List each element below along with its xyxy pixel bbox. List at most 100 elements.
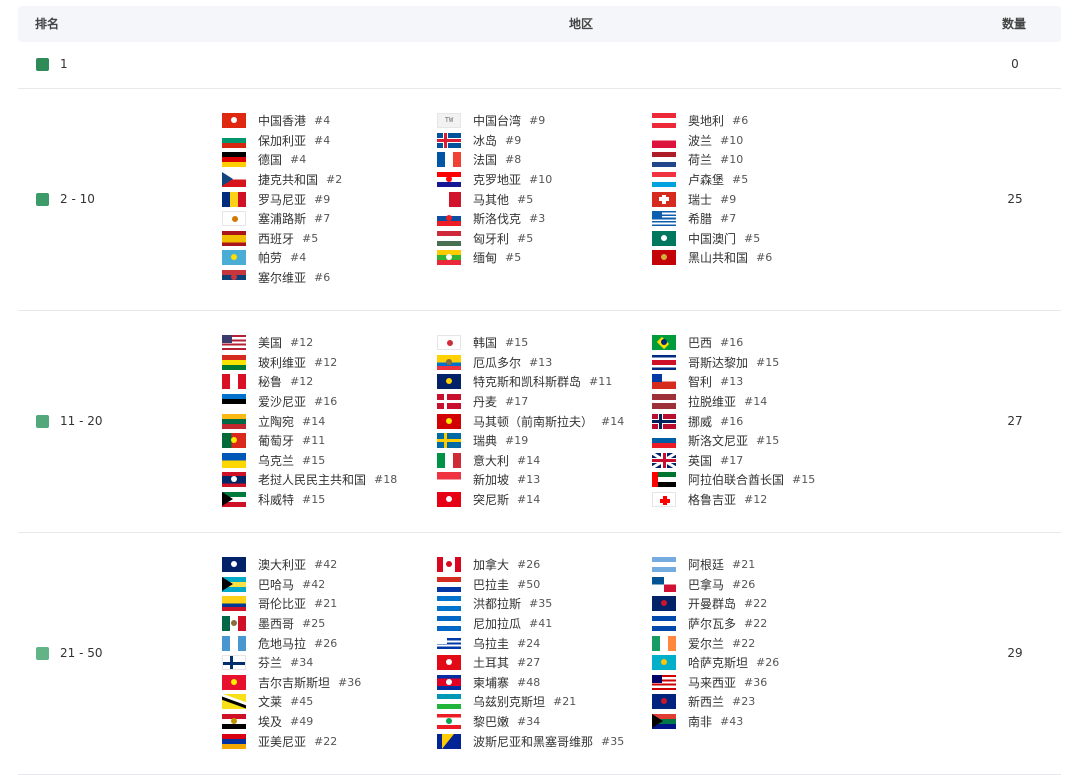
region-item: 中国澳门 #5 — [652, 229, 772, 249]
region-name: 爱尔兰 — [688, 636, 725, 651]
flag-icon — [652, 557, 676, 573]
region-rank: #10 — [720, 153, 744, 167]
region-item: 洪都拉斯 #35 — [437, 594, 624, 614]
region-rank: #13 — [517, 473, 541, 487]
region-name: 黑山共和国 — [688, 251, 749, 266]
region-name: 乌拉圭 — [473, 636, 510, 651]
region-rank: #27 — [517, 656, 541, 670]
region-rank: #5 — [517, 231, 534, 245]
region-item: 捷克共和国 #2 — [222, 170, 342, 190]
region-rank: #22 — [744, 597, 768, 611]
flag-icon — [222, 394, 246, 410]
region-rank: #4 — [290, 251, 307, 265]
flag-icon — [222, 270, 246, 286]
region-item: 波斯尼亚和黑塞哥维那 #35 — [437, 731, 624, 751]
region-name: 阿拉伯联合酋长国 — [688, 473, 785, 488]
region-item: 乌拉圭 #24 — [437, 633, 624, 653]
region-item: 帕劳 #4 — [222, 248, 342, 268]
flag-icon — [222, 655, 246, 671]
flag-icon — [222, 230, 246, 246]
flag-icon — [437, 132, 461, 148]
region-rank: #22 — [744, 617, 768, 631]
region-item: 美国 #12 — [222, 333, 397, 353]
region-item: 塞浦路斯 #7 — [222, 209, 342, 229]
region-name: 韩国 — [473, 336, 498, 351]
rank-label: 21 - 50 — [60, 646, 103, 660]
flag-icon — [222, 576, 246, 592]
region-rank: #9 — [720, 192, 737, 206]
flag-icon — [437, 655, 461, 671]
region-item: 葡萄牙 #11 — [222, 431, 397, 451]
region-name: 拉脱维亚 — [688, 395, 737, 410]
region-item: 阿拉伯联合酋长国 #15 — [652, 470, 815, 490]
flag-icon — [437, 472, 461, 488]
flag-icon — [652, 211, 676, 227]
flag-icon — [222, 492, 246, 508]
region-item: 亚美尼亚 #22 — [222, 731, 361, 751]
flag-icon — [437, 335, 461, 351]
region-item: 哥斯达黎加 #15 — [652, 353, 815, 373]
region-name: 墨西哥 — [258, 617, 295, 632]
flag-icon — [652, 230, 676, 246]
region-rank: #5 — [302, 231, 319, 245]
region-column: 巴西 #16 哥斯达黎加 #15 智利 #13 拉脱维亚 #14 挪威 #16 斯洛文尼亚 #15 英国… — [652, 333, 815, 509]
region-name: 萨尔瓦多 — [688, 617, 737, 632]
region-item: 芬兰 #34 — [222, 653, 361, 673]
region-item: 吉尔吉斯斯坦 #36 — [222, 673, 361, 693]
region-rank: #50 — [517, 577, 541, 591]
region-item: TW 中国台湾 #9 — [437, 111, 552, 131]
flag-icon — [437, 674, 461, 690]
region-item: 科威特 #15 — [222, 490, 397, 510]
region-name: 哥伦比亚 — [258, 597, 307, 612]
region-name: 法国 — [473, 153, 498, 168]
region-name: 洪都拉斯 — [473, 597, 522, 612]
region-item: 马来西亚 #36 — [652, 673, 779, 693]
region-name: 黎巴嫩 — [473, 715, 510, 730]
region-item: 埃及 #49 — [222, 712, 361, 732]
region-name: 丹麦 — [473, 395, 498, 410]
flag-icon — [652, 354, 676, 370]
flag-icon — [222, 172, 246, 188]
flag-icon — [652, 394, 676, 410]
region-rank: #11 — [302, 434, 326, 448]
region-name: 新加坡 — [473, 473, 510, 488]
count-cell: 0 — [1011, 57, 1019, 71]
flag-icon — [437, 733, 461, 749]
region-column: 韩国 #15 厄瓜多尔 #13 特克斯和凯科斯群岛 #11 丹麦 #17 马其顿（前南斯拉夫） #… — [437, 333, 624, 509]
flag-icon — [222, 152, 246, 168]
flag-icon — [652, 191, 676, 207]
region-rank: #42 — [314, 558, 338, 572]
region-rank: #21 — [732, 558, 756, 572]
region-item: 乌克兰 #15 — [222, 451, 397, 471]
region-rank: #36 — [744, 675, 768, 689]
region-rank: #5 — [744, 231, 761, 245]
region-rank: #13 — [720, 375, 744, 389]
region-column: TW 中国台湾 #9 冰岛 #9 法国 #8 克罗地亚 #10 马其他 #5 斯洛伐克 #3 匈牙利 #5 缅… — [437, 111, 552, 268]
flag-icon — [652, 374, 676, 390]
flag-icon — [437, 172, 461, 188]
region-item: 秘鲁 #12 — [222, 372, 397, 392]
flag-icon — [652, 616, 676, 632]
flag-icon — [222, 413, 246, 429]
flag-icon — [652, 250, 676, 266]
region-name: 挪威 — [688, 414, 713, 429]
region-name: 缅甸 — [473, 251, 498, 266]
region-name: 乌兹别克斯坦 — [473, 695, 546, 710]
flag-icon — [437, 152, 461, 168]
region-name: 美国 — [258, 336, 283, 351]
region-rank: #7 — [720, 212, 737, 226]
flag-icon — [222, 433, 246, 449]
flag-icon — [652, 674, 676, 690]
region-name: 土耳其 — [473, 656, 510, 671]
region-rank: #3 — [529, 212, 546, 226]
region-column: 中国香港 #4 保加利亚 #4 德国 #4 捷克共和国 #2 罗马尼亚 #9 塞浦路斯 #7 西班牙 #5… — [222, 111, 342, 287]
region-item: 德国 #4 — [222, 150, 342, 170]
flag-icon — [437, 596, 461, 612]
flag-icon — [222, 596, 246, 612]
header-region: 地区 — [569, 17, 594, 31]
region-rank: #6 — [314, 271, 331, 285]
region-rank: #9 — [505, 133, 522, 147]
region-rank: #25 — [302, 617, 326, 631]
region-rank: #14 — [302, 414, 326, 428]
region-rank: #12 — [290, 375, 314, 389]
